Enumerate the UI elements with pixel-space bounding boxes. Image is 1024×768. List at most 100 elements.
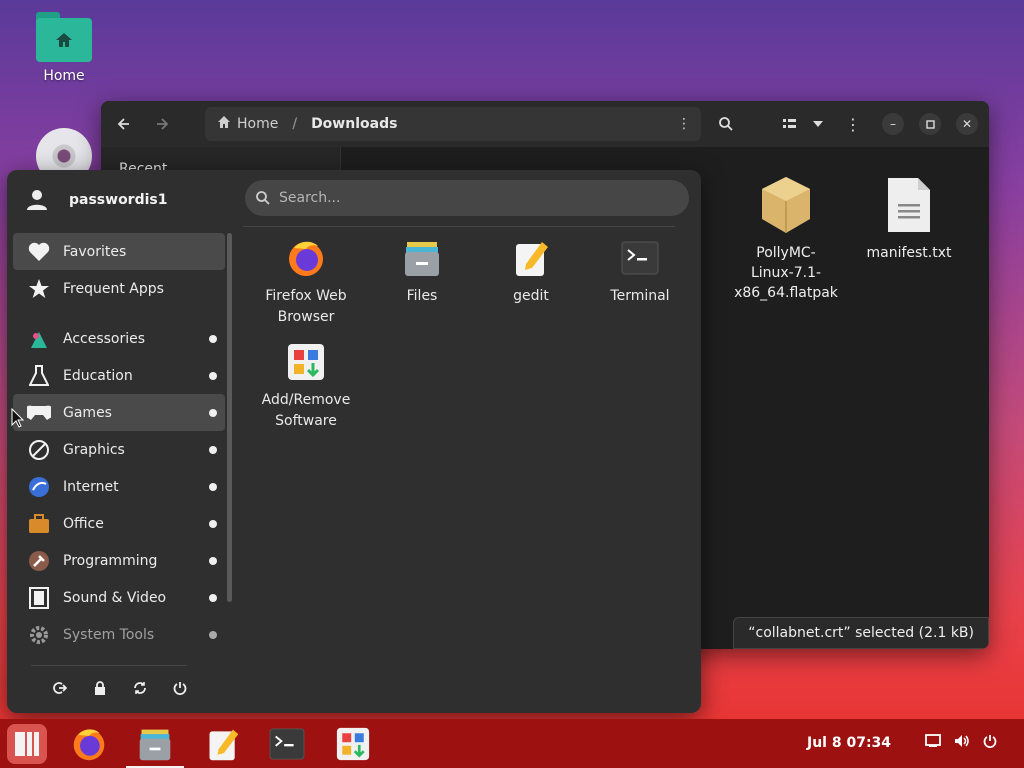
gedit-icon	[476, 236, 586, 280]
breadcrumb-downloads[interactable]: Downloads	[311, 116, 397, 132]
path-menu-icon[interactable]: ⋮	[677, 116, 691, 132]
category-scrollbar[interactable]	[227, 233, 232, 602]
app-label: Files	[406, 288, 438, 304]
user-icon	[27, 190, 47, 210]
network-icon[interactable]	[925, 734, 941, 752]
search-icon	[719, 117, 733, 131]
divider	[31, 665, 187, 666]
minimize-button[interactable]: –	[882, 113, 904, 135]
taskbar-software[interactable]	[330, 723, 376, 765]
application-menu: passwordis1 Favorites Frequent Apps Acce…	[7, 170, 701, 713]
files-icon	[367, 236, 477, 280]
search-box[interactable]	[245, 180, 689, 216]
category-label: Games	[63, 404, 112, 421]
lock-icon[interactable]	[92, 680, 108, 696]
category-favorites[interactable]: Favorites	[13, 233, 225, 270]
power-icon[interactable]	[983, 734, 997, 752]
new-items-dot	[209, 409, 217, 417]
new-items-dot	[209, 446, 217, 454]
accessories-icon	[27, 327, 51, 351]
clock[interactable]: Jul 8 07:34	[807, 735, 891, 751]
restart-icon[interactable]	[132, 680, 148, 696]
maximize-button[interactable]	[919, 113, 941, 135]
taskbar-terminal[interactable]	[264, 723, 310, 765]
app-label: Browser	[277, 309, 335, 325]
main-menu-button[interactable]: ⋮	[840, 111, 866, 137]
arrow-right-icon	[157, 118, 169, 130]
new-items-dot	[209, 594, 217, 602]
file-item[interactable]: PollyMC- Linux-7.1- x86_64.flatpak	[731, 173, 841, 303]
app-label: Terminal	[610, 288, 670, 304]
software-icon	[336, 727, 370, 761]
text-file-icon	[854, 173, 964, 237]
taskbar: Jul 8 07:34	[0, 719, 1024, 768]
new-items-dot	[209, 520, 217, 528]
maximize-icon	[925, 119, 935, 129]
mouse-pointer-icon	[11, 408, 25, 428]
category-sound-video[interactable]: Sound & Video	[13, 579, 225, 616]
app-software[interactable]: Add/Remove Software	[251, 340, 361, 432]
view-options-button[interactable]	[805, 111, 831, 137]
star-icon	[27, 277, 51, 301]
category-label: System Tools	[63, 626, 155, 643]
breadcrumb-home[interactable]: Home	[237, 116, 278, 132]
view-list-button[interactable]	[777, 111, 803, 137]
app-firefox[interactable]: Firefox Web Browser	[251, 236, 361, 328]
new-items-dot	[209, 335, 217, 343]
category-label: Accessories	[63, 330, 146, 347]
selection-status: “collabnet.crt” selected (2.1 kB)	[733, 617, 989, 649]
new-items-dot	[209, 631, 217, 639]
category-internet[interactable]: Internet	[13, 468, 225, 505]
software-icon	[251, 340, 361, 384]
taskbar-menu-button[interactable]	[4, 723, 50, 765]
category-games[interactable]: Games	[13, 394, 225, 431]
category-programming[interactable]: Programming	[13, 542, 225, 579]
taskbar-files[interactable]	[126, 723, 184, 768]
category-label: Office	[63, 515, 104, 532]
category-label: Graphics	[63, 441, 125, 458]
username: passwordis1	[69, 192, 168, 208]
desktop-home-icon[interactable]: Home	[28, 12, 100, 84]
divider	[243, 226, 675, 227]
app-label: Add/Remove	[261, 392, 351, 408]
category-label: Education	[63, 367, 133, 384]
logout-icon[interactable]	[52, 680, 68, 696]
category-graphics[interactable]: Graphics	[13, 431, 225, 468]
category-accessories[interactable]: Accessories	[13, 320, 225, 357]
file-item[interactable]: manifest.txt	[854, 173, 964, 263]
category-frequent-apps[interactable]: Frequent Apps	[13, 270, 225, 307]
taskbar-firefox[interactable]	[66, 723, 112, 765]
new-items-dot	[209, 372, 217, 380]
firefox-icon	[251, 236, 361, 280]
app-files[interactable]: Files	[367, 236, 477, 307]
category-system-tools[interactable]: System Tools	[13, 616, 225, 653]
back-button[interactable]	[111, 111, 137, 137]
home-crumb-icon[interactable]	[217, 115, 231, 133]
search-input[interactable]	[279, 190, 659, 206]
palette-icon	[27, 438, 51, 462]
files-icon	[139, 729, 171, 761]
terminal-icon	[585, 236, 695, 280]
briefcase-icon	[27, 512, 51, 536]
minimize-icon: –	[890, 117, 896, 131]
search-button[interactable]	[713, 111, 739, 137]
arrow-left-icon	[117, 118, 129, 130]
firefox-icon	[73, 729, 105, 761]
category-education[interactable]: Education	[13, 357, 225, 394]
terminal-icon	[269, 728, 305, 760]
forward-button[interactable]	[149, 111, 175, 137]
power-icon[interactable]	[172, 680, 188, 696]
category-label: Internet	[63, 478, 119, 495]
app-gedit[interactable]: gedit	[476, 236, 586, 307]
path-bar: Home / Downloads ⋮	[205, 107, 701, 141]
chevron-down-icon	[813, 121, 823, 127]
category-office[interactable]: Office	[13, 505, 225, 542]
desktop-home-label: Home	[43, 68, 85, 84]
taskbar-gedit[interactable]	[200, 723, 246, 765]
close-button[interactable]: ✕	[956, 113, 978, 135]
category-label: Programming	[63, 552, 158, 569]
user-info[interactable]: passwordis1	[25, 188, 168, 212]
app-label: Firefox Web	[265, 288, 347, 304]
app-terminal[interactable]: Terminal	[585, 236, 695, 307]
volume-icon[interactable]	[954, 734, 970, 752]
